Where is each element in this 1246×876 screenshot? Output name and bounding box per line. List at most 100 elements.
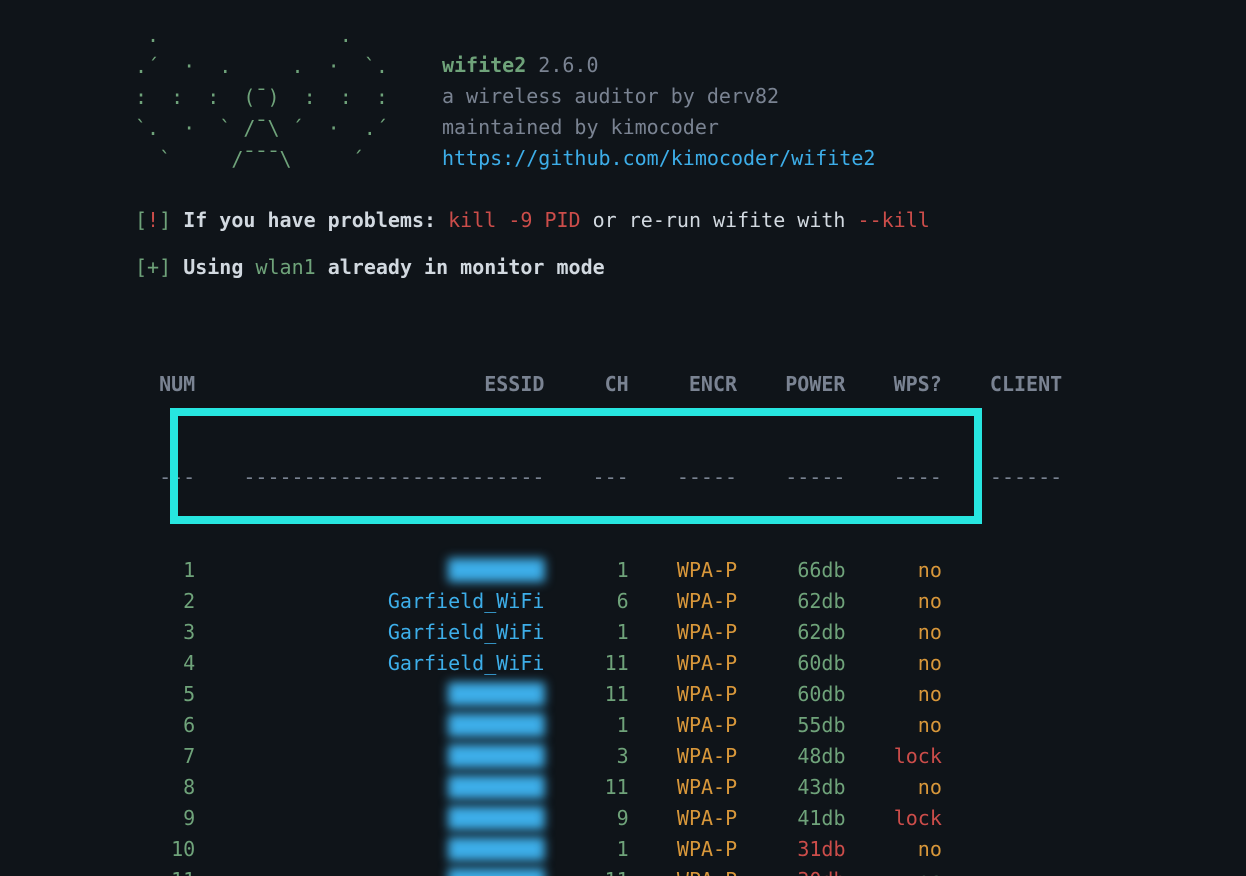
row-client (966, 620, 1062, 644)
row-power: 30db (761, 868, 845, 876)
row-essid: ████████ (219, 558, 544, 582)
terminal-screen: . . .´ · . . · `. : : : (¯) : : : `. · `… (0, 0, 1246, 876)
row-wps: no (870, 651, 942, 675)
row-encryption: WPA-P (653, 868, 737, 876)
app-meta: wifite2 2.6.0 a wireless auditor by derv… (442, 50, 875, 175)
row-essid: Garfield_WiFi (219, 589, 544, 613)
using-label: Using (183, 255, 243, 279)
row-power: 60db (761, 682, 845, 706)
row-num: 4 (135, 651, 195, 675)
bang-icon: ! (147, 208, 159, 232)
interface-line: [+] Using wlan1 already in monitor mode (135, 252, 1246, 283)
row-encryption: WPA-P (653, 775, 737, 799)
kill-flag: --kill (858, 208, 930, 232)
warning-line: [!] If you have problems: kill -9 PID or… (135, 205, 1246, 236)
row-essid: ████████ (219, 775, 544, 799)
row-num: 1 (135, 558, 195, 582)
table-header-row: NUM ESSID CH ENCR POWER WPS? CLIENT (135, 369, 1246, 400)
already-label: already in monitor mode (328, 255, 605, 279)
row-client (966, 775, 1062, 799)
row-encryption: WPA-P (653, 620, 737, 644)
plus-icon: + (147, 255, 159, 279)
row-wps: no (870, 558, 942, 582)
row-wps: yes (870, 868, 942, 876)
table-row[interactable]: 5 ████████ 11 WPA-P 60db no (135, 679, 1246, 710)
row-essid: ████████ (219, 837, 544, 861)
row-num: 7 (135, 744, 195, 768)
row-encryption: WPA-P (653, 558, 737, 582)
row-encryption: WPA-P (653, 651, 737, 675)
row-encryption: WPA-P (653, 682, 737, 706)
row-power: 43db (761, 775, 845, 799)
row-client (966, 806, 1062, 830)
table-row[interactable]: 10 ████████ 1 WPA-P 31db no (135, 834, 1246, 865)
row-wps: no (870, 589, 942, 613)
table-row[interactable]: 7 ████████ 3 WPA-P 48db lock (135, 741, 1246, 772)
table-row[interactable]: 9 ████████ 9 WPA-P 41db lock (135, 803, 1246, 834)
row-power: 62db (761, 589, 845, 613)
row-client (966, 589, 1062, 613)
row-channel: 11 (569, 868, 629, 876)
row-channel: 11 (569, 651, 629, 675)
app-tagline-1: a wireless auditor by derv82 (442, 81, 875, 112)
app-tagline-2: maintained by kimocoder (442, 112, 875, 143)
row-power: 31db (761, 837, 845, 861)
problems-label: If you have problems: (183, 208, 436, 232)
row-essid: ████████ (219, 806, 544, 830)
row-client (966, 868, 1062, 876)
row-num: 5 (135, 682, 195, 706)
table-row[interactable]: 2 Garfield_WiFi 6 WPA-P 62db no (135, 586, 1246, 617)
table-row[interactable]: 6 ████████ 1 WPA-P 55db no (135, 710, 1246, 741)
table-divider-row: --- ------------------------- --- ----- … (135, 462, 1246, 493)
row-num: 10 (135, 837, 195, 861)
row-channel: 9 (569, 806, 629, 830)
row-encryption: WPA-P (653, 837, 737, 861)
row-num: 3 (135, 620, 195, 644)
interface-name: wlan1 (255, 255, 315, 279)
row-num: 11 (135, 868, 195, 876)
row-essid: ████████ (219, 868, 544, 876)
row-essid: Garfield_WiFi (219, 620, 544, 644)
row-client (966, 651, 1062, 675)
network-table: NUM ESSID CH ENCR POWER WPS? CLIENT --- … (135, 307, 1246, 876)
or-rerun: or re-run wifite with (593, 208, 846, 232)
row-channel: 11 (569, 682, 629, 706)
row-channel: 11 (569, 775, 629, 799)
row-num: 2 (135, 589, 195, 613)
row-wps: no (870, 620, 942, 644)
row-power: 55db (761, 713, 845, 737)
table-row[interactable]: 4 Garfield_WiFi 11 WPA-P 60db no (135, 648, 1246, 679)
row-encryption: WPA-P (653, 744, 737, 768)
row-num: 6 (135, 713, 195, 737)
table-row[interactable]: 11 ████████ 11 WPA-P 30db yes (135, 865, 1246, 876)
row-encryption: WPA-P (653, 806, 737, 830)
app-name: wifite2 (442, 53, 526, 77)
app-header: . . .´ · . . · `. : : : (¯) : : : `. · `… (135, 20, 1246, 175)
row-wps: no (870, 837, 942, 861)
row-encryption: WPA-P (653, 589, 737, 613)
row-channel: 1 (569, 837, 629, 861)
row-channel: 1 (569, 620, 629, 644)
row-channel: 6 (569, 589, 629, 613)
table-row[interactable]: 8 ████████ 11 WPA-P 43db no (135, 772, 1246, 803)
row-power: 48db (761, 744, 845, 768)
app-version: 2.6.0 (538, 53, 598, 77)
row-wps: no (870, 775, 942, 799)
kill-cmd: kill -9 PID (448, 208, 580, 232)
table-row[interactable]: 1 ████████ 1 WPA-P 66db no (135, 555, 1246, 586)
row-client (966, 558, 1062, 582)
row-power: 62db (761, 620, 845, 644)
row-channel: 1 (569, 558, 629, 582)
row-wps: lock (870, 806, 942, 830)
row-power: 41db (761, 806, 845, 830)
row-wps: lock (870, 744, 942, 768)
row-channel: 1 (569, 713, 629, 737)
row-essid: ████████ (219, 713, 544, 737)
row-essid: ████████ (219, 744, 544, 768)
row-power: 66db (761, 558, 845, 582)
row-essid: ████████ (219, 682, 544, 706)
row-client (966, 682, 1062, 706)
table-row[interactable]: 3 Garfield_WiFi 1 WPA-P 62db no (135, 617, 1246, 648)
app-url[interactable]: https://github.com/kimocoder/wifite2 (442, 146, 875, 170)
row-client (966, 837, 1062, 861)
